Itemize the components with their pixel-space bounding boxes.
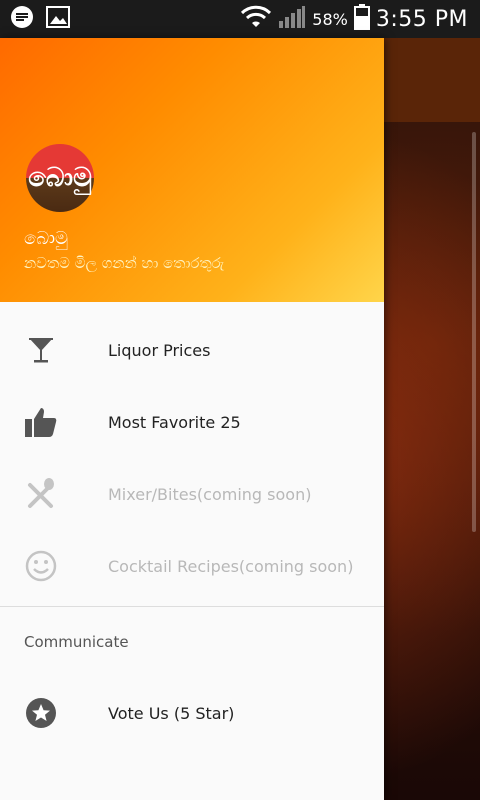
menu-item-cocktail-recipes[interactable]: Cocktail Recipes(coming soon) — [0, 530, 384, 602]
menu-item-most-favorite[interactable]: Most Favorite 25 — [0, 386, 384, 458]
drawer-subtitle: නවතම මිල ගනන් හා තොරතුරු — [24, 254, 225, 272]
drawer-menu: Liquor Prices Most Favorite 25 Mixer/Bit… — [0, 302, 384, 602]
smiley-icon — [24, 549, 58, 583]
battery-percent: 58% — [312, 9, 348, 29]
battery-icon — [353, 4, 370, 34]
menu-item-label: Mixer/Bites(coming soon) — [108, 484, 312, 504]
status-bar: 58% 3:55 PM — [0, 0, 480, 38]
menu-item-vote-us[interactable]: Vote Us (5 Star) — [0, 677, 384, 749]
menu-item-liquor-prices[interactable]: Liquor Prices — [0, 314, 384, 386]
section-label-communicate: Communicate — [24, 633, 129, 651]
wifi-icon — [240, 5, 272, 33]
menu-item-label: Liquor Prices — [108, 340, 211, 360]
background-scrollbar — [472, 132, 476, 532]
star-circle-icon — [24, 696, 58, 730]
avatar-text: බොමු — [28, 162, 92, 193]
menu-item-label: Cocktail Recipes(coming soon) — [108, 556, 354, 576]
navigation-drawer: බොමු බොමු නවතම මිල ගනන් හා තොරතුරු Liquo… — [0, 38, 384, 800]
fork-spoon-icon — [24, 477, 58, 511]
thumb-up-icon — [24, 405, 58, 439]
menu-item-mixer-bites[interactable]: Mixer/Bites(coming soon) — [0, 458, 384, 530]
gallery-notification-icon — [46, 5, 70, 33]
app-logo-avatar: බොමු — [26, 144, 94, 212]
cocktail-glass-icon — [24, 333, 58, 367]
menu-item-label: Vote Us (5 Star) — [108, 703, 235, 723]
chat-notification-icon — [10, 5, 34, 33]
drawer-title: බොමු — [24, 228, 68, 249]
menu-item-label: Most Favorite 25 — [108, 412, 241, 432]
drawer-header: බොමු බොමු නවතම මිල ගනන් හා තොරතුරු — [0, 38, 384, 302]
status-time: 3:55 PM — [375, 6, 468, 32]
signal-icon — [278, 5, 306, 33]
